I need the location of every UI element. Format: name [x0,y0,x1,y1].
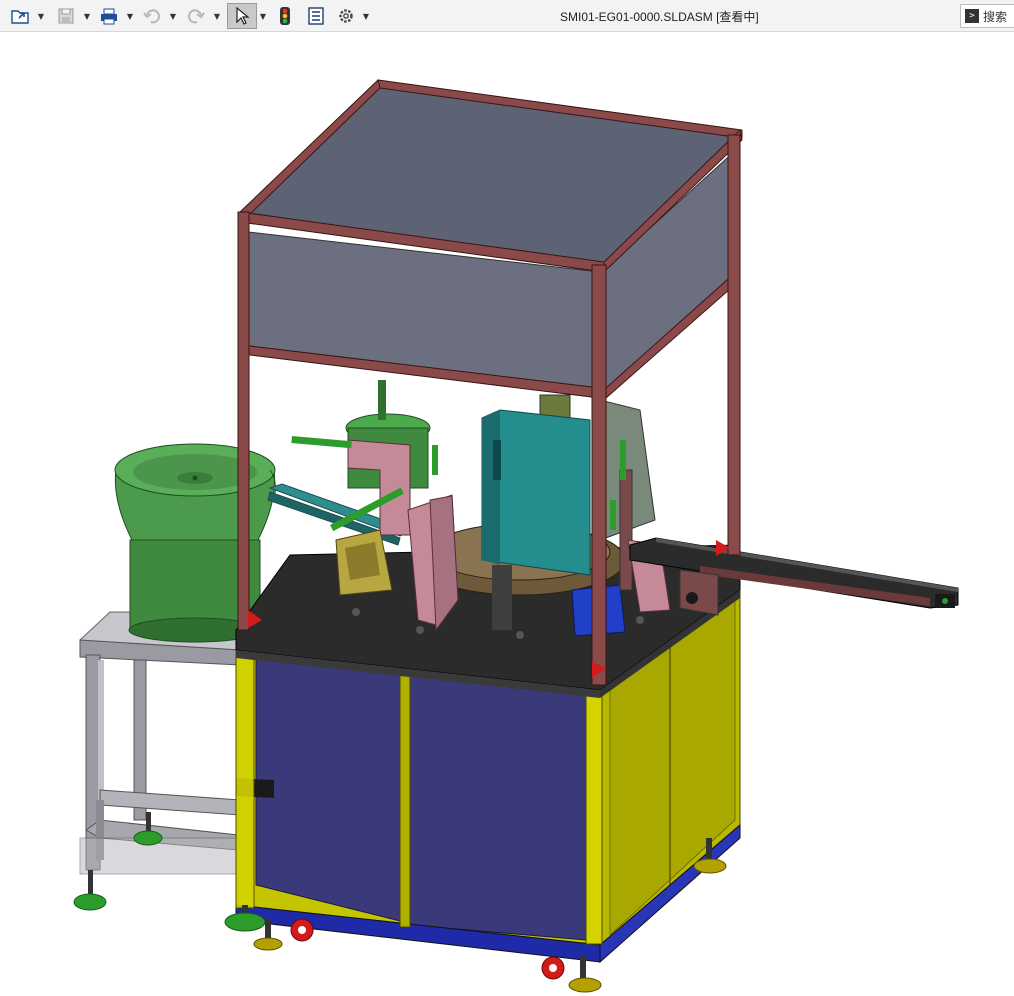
print-icon[interactable] [97,4,121,28]
options-dropdown-icon[interactable]: ▼ [361,4,371,28]
open-file-icon[interactable] [8,4,32,28]
file-properties-icon[interactable] [304,4,328,28]
undo-icon[interactable] [140,4,164,28]
search-commands-input[interactable]: > 搜索 [960,4,1014,28]
redo-dropdown-icon[interactable]: ▼ [212,4,222,28]
search-label: 搜索 [983,9,1008,24]
open-dropdown-icon[interactable]: ▼ [36,4,46,28]
undo-dropdown-icon[interactable]: ▼ [168,4,178,28]
command-prompt-icon: > [965,9,979,23]
select-dropdown-icon[interactable]: ▼ [258,4,268,28]
save-icon[interactable] [54,4,78,28]
graphics-area[interactable] [0,33,1014,996]
gear-icon[interactable] [334,4,358,28]
traffic-light-icon[interactable] [273,4,297,28]
select-cursor-icon[interactable] [227,3,257,29]
solidworks-window: ▼ ▼ ▼ ▼ ▼ ▼ ▼ SMI01-EG01-0000.SLDASM [查看… [0,0,1014,996]
assembly-model [73,79,959,993]
redo-icon[interactable] [184,4,208,28]
save-dropdown-icon[interactable]: ▼ [82,4,92,28]
title-toolbar: ▼ ▼ ▼ ▼ ▼ ▼ ▼ SMI01-EG01-0000.SLDASM [查看… [0,0,1014,32]
print-dropdown-icon[interactable]: ▼ [125,4,135,28]
document-title: SMI01-EG01-0000.SLDASM [查看中] [560,10,759,24]
